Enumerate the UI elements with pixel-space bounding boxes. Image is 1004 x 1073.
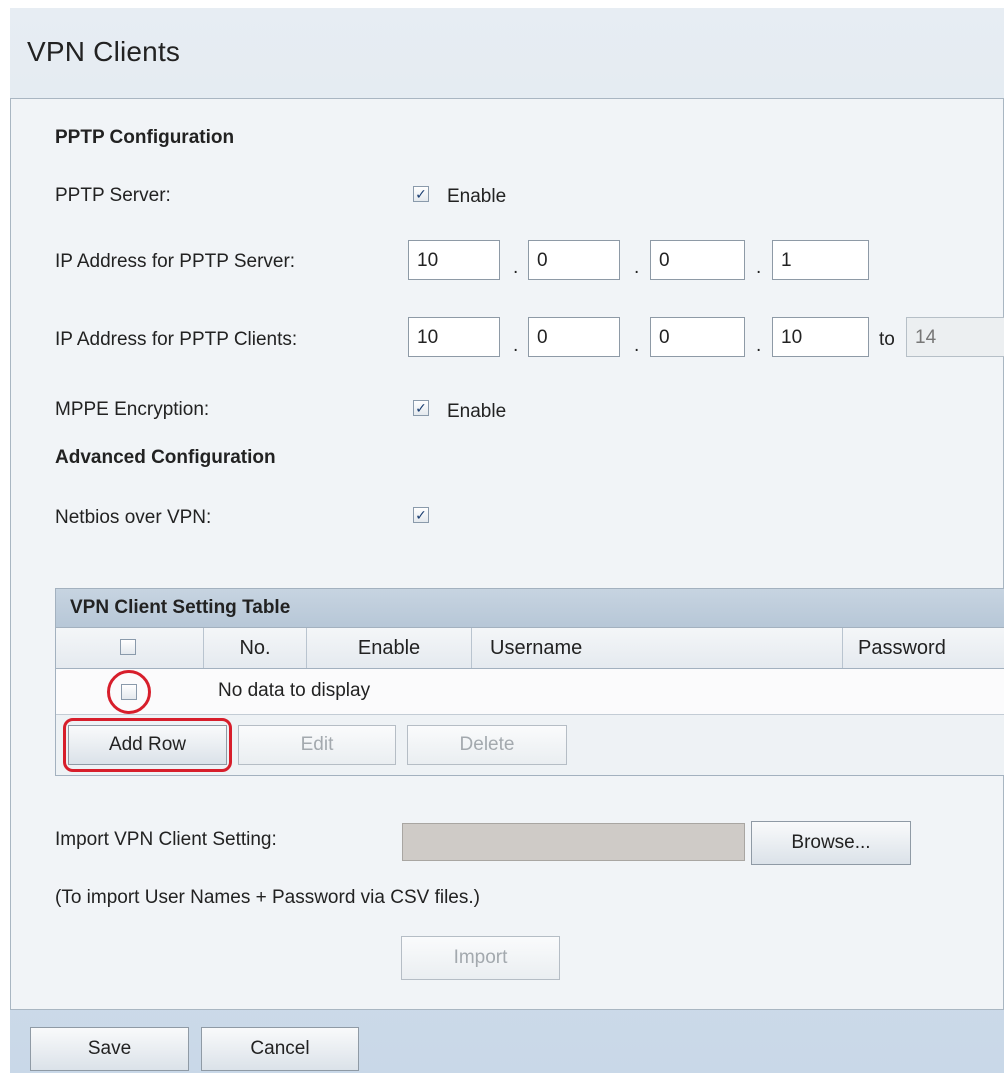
- ip-separator: .: [756, 257, 762, 278]
- table-row: No data to display: [56, 669, 1004, 715]
- pptp-server-ip-octet-3[interactable]: 0: [650, 240, 745, 280]
- edit-button[interactable]: Edit: [238, 725, 396, 765]
- ip-separator: .: [756, 335, 762, 356]
- pptp-client-ip-octet-4[interactable]: 10: [772, 317, 869, 357]
- column-header-password: Password: [858, 637, 946, 659]
- import-label: Import VPN Client Setting:: [55, 829, 277, 850]
- pptp-server-enable-checkbox[interactable]: ✓: [413, 186, 429, 202]
- pptp-server-ip-octet-1[interactable]: 10: [408, 240, 500, 280]
- save-button[interactable]: Save: [30, 1027, 189, 1071]
- table-header: No. Enable Username Password: [56, 627, 1004, 669]
- header-select-all-cell: [56, 628, 204, 668]
- checkmark-icon: ✓: [415, 507, 427, 523]
- pptp-client-ip-to-label: to: [879, 329, 895, 350]
- ip-separator: .: [634, 335, 640, 356]
- table-actions: Add Row Edit Delete: [56, 715, 1004, 775]
- pptp-section-title: PPTP Configuration: [55, 127, 235, 148]
- pptp-client-ip-label: IP Address for PPTP Clients:: [55, 329, 298, 350]
- pptp-client-ip-octet-2[interactable]: 0: [528, 317, 620, 357]
- column-header-enable: Enable: [307, 628, 472, 668]
- vpn-client-setting-table: VPN Client Setting Table No. Enable User…: [55, 588, 1004, 776]
- netbios-label: Netbios over VPN:: [55, 507, 212, 528]
- ip-separator: .: [513, 335, 519, 356]
- pptp-client-ip-octet-1[interactable]: 10: [408, 317, 500, 357]
- advanced-section-title: Advanced Configuration: [55, 447, 276, 468]
- column-header-username: Username: [472, 628, 843, 668]
- mppe-label: MPPE Encryption:: [55, 399, 210, 420]
- pptp-server-ip-label: IP Address for PPTP Server:: [55, 251, 296, 272]
- ip-separator: .: [513, 257, 519, 278]
- import-button[interactable]: Import: [401, 936, 560, 980]
- table-title: VPN Client Setting Table: [56, 589, 1004, 627]
- mppe-enable-label: Enable: [447, 401, 507, 422]
- empty-message: No data to display: [218, 680, 371, 701]
- highlight-circle: [107, 670, 151, 714]
- pptp-client-ip-octet-3[interactable]: 0: [650, 317, 745, 357]
- highlight-box: [63, 718, 232, 772]
- import-file-field[interactable]: [402, 823, 745, 861]
- select-all-checkbox[interactable]: [120, 639, 136, 655]
- checkmark-icon: ✓: [415, 400, 427, 416]
- import-hint: (To import User Names + Password via CSV…: [55, 887, 480, 908]
- pptp-server-ip-octet-2[interactable]: 0: [528, 240, 620, 280]
- cancel-button[interactable]: Cancel: [201, 1027, 359, 1071]
- config-panel: PPTP Configuration PPTP Server: ✓ Enable…: [10, 98, 1004, 1010]
- pptp-client-ip-end: 14: [906, 317, 1004, 357]
- pptp-server-enable-label: Enable: [447, 186, 507, 207]
- vpn-clients-page: VPN Clients PPTP Configuration PPTP Serv…: [10, 8, 1004, 1073]
- netbios-checkbox[interactable]: ✓: [413, 507, 429, 523]
- page-title: VPN Clients: [27, 36, 181, 67]
- browse-button[interactable]: Browse...: [751, 821, 911, 865]
- delete-button[interactable]: Delete: [407, 725, 567, 765]
- checkmark-icon: ✓: [415, 186, 427, 202]
- mppe-enable-checkbox[interactable]: ✓: [413, 400, 429, 416]
- column-header-no: No.: [204, 628, 307, 668]
- pptp-server-label: PPTP Server:: [55, 185, 171, 206]
- ip-separator: .: [634, 257, 640, 278]
- pptp-server-ip-octet-4[interactable]: 1: [772, 240, 869, 280]
